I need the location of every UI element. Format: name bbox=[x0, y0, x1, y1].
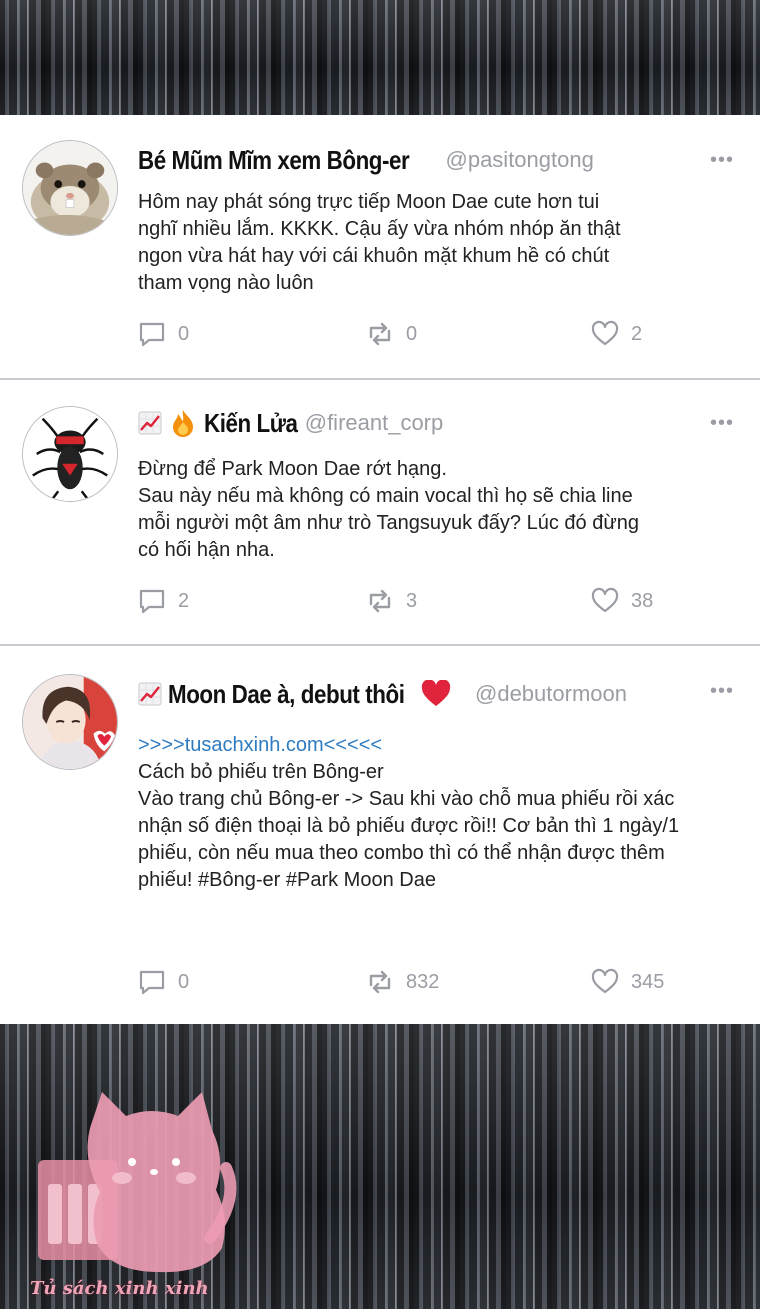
retweet-button[interactable]: 832 bbox=[366, 968, 439, 996]
user-handle[interactable]: @fireant_corp bbox=[305, 410, 444, 436]
display-name[interactable]: Bé Mũm Mĩm xem Bông-er bbox=[138, 145, 410, 176]
more-options-icon[interactable]: ••• bbox=[710, 412, 734, 435]
reply-icon bbox=[138, 587, 166, 615]
tweet-actions: 0 832 345 bbox=[138, 968, 698, 998]
like-button[interactable]: 38 bbox=[591, 587, 653, 615]
retweet-icon bbox=[366, 320, 394, 348]
fire-icon bbox=[168, 408, 198, 438]
user-handle[interactable]: @debutormoon bbox=[475, 681, 627, 707]
reply-button[interactable]: 0 bbox=[138, 320, 189, 348]
reply-button[interactable]: 0 bbox=[138, 968, 189, 996]
reply-count: 2 bbox=[178, 589, 190, 612]
reply-button[interactable]: 2 bbox=[138, 587, 189, 615]
tweet-card: Kiến Lửa @fireant_corp ••• Đừng để Park … bbox=[0, 380, 760, 644]
tweet-card: Moon Dae à, debut thôi @debutormoon ••• … bbox=[0, 646, 760, 1024]
red-heart-icon bbox=[421, 680, 451, 708]
top-background-band bbox=[0, 0, 760, 115]
heart-outline-icon bbox=[591, 320, 619, 348]
tweet-text-line: mỗi người một âm như trò Tangsuyuk đấy? … bbox=[138, 512, 639, 534]
retweet-count: 832 bbox=[406, 970, 440, 993]
reply-count: 0 bbox=[178, 970, 190, 993]
tweet-text-content: Đừng để Park Moon Dae rớt hạng. Sau này … bbox=[138, 456, 738, 564]
tweet-text-line: Hôm nay phát sóng trực tiếp Moon Dae cut… bbox=[138, 191, 600, 213]
watermark: Tủ sách xinh xinh bbox=[30, 1088, 240, 1309]
hamster-avatar[interactable] bbox=[22, 140, 118, 236]
retweet-count: 3 bbox=[406, 589, 418, 612]
retweet-button[interactable]: 3 bbox=[366, 587, 417, 615]
more-options-icon[interactable]: ••• bbox=[710, 680, 734, 703]
tweet-text-line: Vào trang chủ Bông-er -> Sau khi vào chỗ… bbox=[138, 788, 675, 810]
reply-icon bbox=[138, 968, 166, 996]
reply-count: 0 bbox=[178, 322, 190, 345]
tweet-actions: 2 3 38 bbox=[138, 587, 698, 617]
chart-increasing-icon bbox=[138, 682, 162, 706]
reply-icon bbox=[138, 320, 166, 348]
retweet-button[interactable]: 0 bbox=[366, 320, 417, 348]
chart-increasing-icon bbox=[138, 411, 162, 435]
like-button[interactable]: 2 bbox=[591, 320, 642, 348]
fire-ant-avatar[interactable] bbox=[22, 406, 118, 502]
promo-link[interactable]: >>>>tusachxinh.com<<<<< bbox=[138, 732, 738, 759]
tweet-text-line: Sau này nếu mà không có main vocal thì h… bbox=[138, 485, 633, 507]
tweet-header: Bé Mũm Mĩm xem Bông-er @pasitongtong bbox=[138, 143, 594, 177]
like-count: 2 bbox=[631, 322, 643, 345]
tweet-text-line: Cách bỏ phiếu trên Bông-er bbox=[138, 761, 384, 783]
retweet-icon bbox=[366, 587, 394, 615]
heart-outline-icon bbox=[591, 968, 619, 996]
tweet-text-line: tham vọng nào luôn bbox=[138, 272, 314, 294]
tweet-text: >>>>tusachxinh.com<<<<< Cách bỏ phiếu tr… bbox=[138, 732, 738, 894]
display-name[interactable]: Moon Dae à, debut thôi bbox=[168, 679, 405, 710]
tweet-text-line: nghĩ nhiều lắm. KKKK. Cậu ấy vừa nhóm nh… bbox=[138, 218, 621, 240]
tweet-header: Kiến Lửa @fireant_corp bbox=[138, 406, 443, 440]
heart-outline-icon bbox=[591, 587, 619, 615]
tweet-text-line: ngon vừa hát hay với cái khuôn mặt khum … bbox=[138, 245, 610, 267]
user-handle[interactable]: @pasitongtong bbox=[446, 147, 594, 173]
watermark-text: Tủ sách xinh xinh bbox=[30, 1278, 209, 1299]
tweet-feed: Bé Mũm Mĩm xem Bông-er @pasitongtong •••… bbox=[0, 115, 760, 1024]
tweet-text: Hôm nay phát sóng trực tiếp Moon Dae cut… bbox=[138, 189, 738, 297]
tweet-card: Bé Mũm Mĩm xem Bông-er @pasitongtong •••… bbox=[0, 115, 760, 378]
display-name[interactable]: Kiến Lửa bbox=[204, 408, 298, 439]
tweet-text-line: Đừng để Park Moon Dae rớt hạng. bbox=[138, 458, 447, 480]
tweet-text-line: phiếu! #Bông-er #Park Moon Dae bbox=[138, 869, 436, 891]
tweet-text-line: nhận số điện thoại là bỏ phiếu được rồi!… bbox=[138, 815, 680, 837]
like-button[interactable]: 345 bbox=[591, 968, 664, 996]
tweet-actions: 0 0 2 bbox=[138, 320, 698, 350]
boy-avatar[interactable] bbox=[22, 674, 118, 770]
retweet-count: 0 bbox=[406, 322, 418, 345]
pink-cat-books-logo bbox=[38, 1092, 237, 1273]
more-options-icon[interactable]: ••• bbox=[710, 149, 734, 172]
tweet-text-line: có hối hận nha. bbox=[138, 539, 275, 561]
tweet-text-line: phiếu, còn nếu mua theo combo thì có thể… bbox=[138, 842, 665, 864]
like-count: 345 bbox=[631, 970, 665, 993]
retweet-icon bbox=[366, 968, 394, 996]
like-count: 38 bbox=[631, 589, 654, 612]
tweet-header-main: Moon Dae à, debut thôi @debutormoon bbox=[138, 677, 627, 711]
